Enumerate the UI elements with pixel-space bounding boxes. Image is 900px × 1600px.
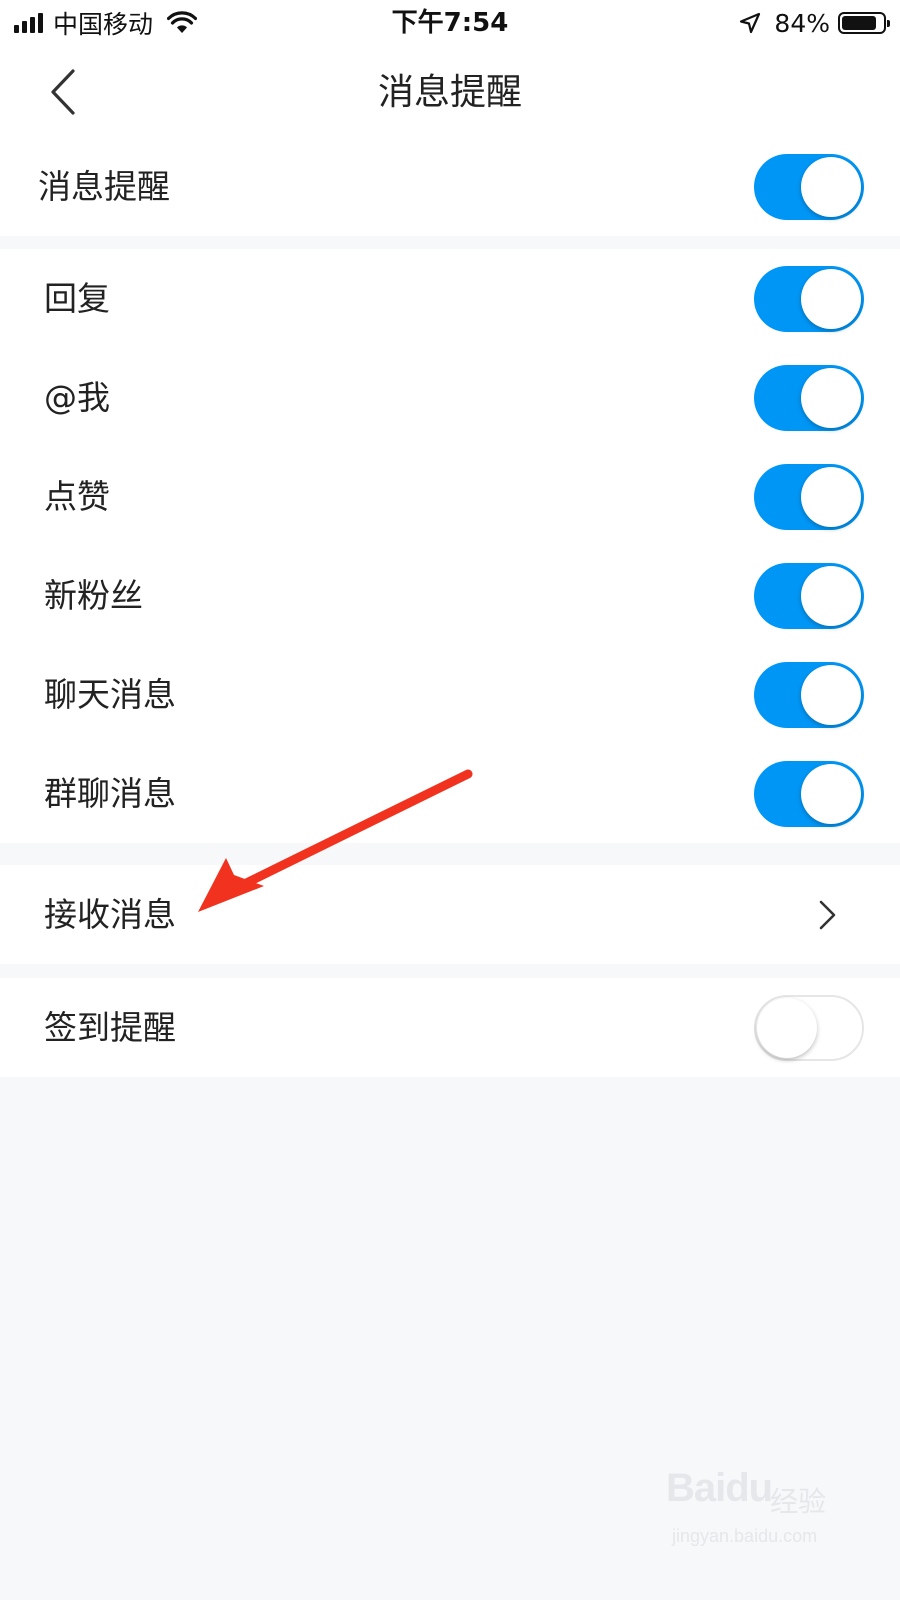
setting-label: 消息提醒	[38, 167, 170, 206]
new-follower-toggle[interactable]	[754, 562, 864, 629]
watermark-url: jingyan.baidu.com	[672, 1526, 818, 1546]
setting-row-checkin: 签到提醒	[0, 978, 900, 1077]
setting-label: 回复	[44, 279, 110, 318]
master-toggle[interactable]	[754, 153, 864, 220]
status-right: 84%	[738, 6, 890, 40]
receive-group: 接收消息	[0, 865, 900, 964]
reply-toggle[interactable]	[754, 265, 864, 332]
setting-label: 新粉丝	[44, 576, 143, 615]
checkin-group: 签到提醒	[0, 978, 900, 1077]
toggle-knob	[801, 664, 861, 725]
battery-icon	[838, 12, 890, 34]
toggle-knob	[801, 156, 861, 217]
setting-label: 群聊消息	[44, 774, 176, 813]
watermark-logo: Baidu	[666, 1466, 773, 1510]
toggle-knob	[801, 565, 861, 626]
baidu-watermark: Baidu 经验 jingyan.baidu.com	[666, 1466, 836, 1556]
setting-label: 签到提醒	[44, 1008, 176, 1047]
status-bar: 中国移动 下午7:54 84%	[0, 0, 900, 46]
toggle-knob	[801, 268, 861, 329]
setting-row-new-follower: 新粉丝	[0, 546, 900, 645]
setting-label: 接收消息	[44, 895, 176, 934]
watermark-brand: 经验	[770, 1485, 827, 1518]
setting-row-reply: 回复	[0, 249, 900, 348]
group-chat-message-toggle[interactable]	[754, 760, 864, 827]
battery-nub	[887, 20, 890, 27]
master-group: 消息提醒	[0, 137, 900, 236]
setting-label: 聊天消息	[44, 675, 176, 714]
checkin-toggle[interactable]	[754, 994, 864, 1061]
toggle-knob	[757, 997, 817, 1058]
notification-types-group: 回复 @我 点赞 新粉丝 聊天消息 群聊消息	[0, 249, 900, 843]
setting-row-chat-message: 聊天消息	[0, 645, 900, 744]
setting-row-master: 消息提醒	[0, 137, 900, 236]
toggle-knob	[801, 466, 861, 527]
chevron-right-icon	[819, 900, 836, 929]
chat-message-toggle[interactable]	[754, 661, 864, 728]
mention-toggle[interactable]	[754, 364, 864, 431]
setting-row-group-chat-message: 群聊消息	[0, 744, 900, 843]
like-toggle[interactable]	[754, 463, 864, 530]
location-arrow-icon	[740, 12, 761, 34]
receive-messages-row[interactable]: 接收消息	[0, 865, 900, 964]
nav-bar: 消息提醒	[0, 46, 900, 140]
toggle-knob	[801, 763, 861, 824]
toggle-knob	[801, 367, 861, 428]
setting-label: @我	[44, 378, 110, 417]
setting-label: 点赞	[44, 477, 110, 516]
setting-row-like: 点赞	[0, 447, 900, 546]
battery-fill	[842, 16, 876, 30]
setting-row-mention: @我	[0, 348, 900, 447]
page-title: 消息提醒	[377, 72, 522, 113]
battery-percent: 84%	[774, 8, 830, 38]
